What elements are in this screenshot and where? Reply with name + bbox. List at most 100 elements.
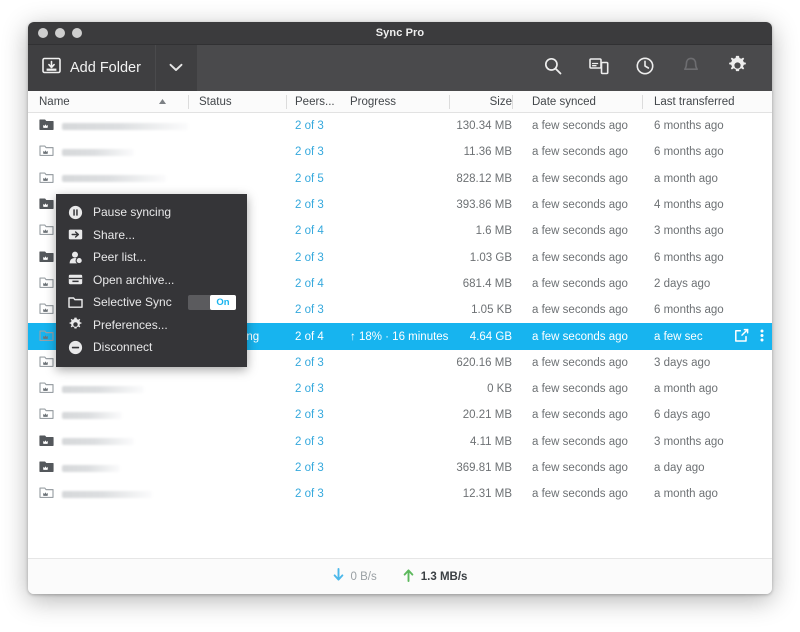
menu-item-label: Selective Sync: [93, 295, 172, 310]
row-peers-cell[interactable]: 2 of 3: [286, 455, 341, 481]
row-date-synced-cell: a few seconds ago: [532, 356, 628, 369]
menu-item-share[interactable]: Share...: [56, 224, 247, 247]
row-progress-cell: ↑ 18% · 16 minutes: [350, 330, 449, 343]
menu-item-preferences[interactable]: Preferences...: [56, 314, 247, 337]
add-folder-dropdown-button[interactable]: [154, 45, 197, 91]
menu-item-label: Open archive...: [93, 272, 175, 287]
download-speed-value: 0 B/s: [350, 570, 377, 583]
title-bar: Sync Pro: [28, 22, 772, 45]
history-button[interactable]: [622, 45, 668, 91]
menu-item-disconnect[interactable]: Disconnect: [56, 336, 247, 359]
row-peers-cell[interactable]: 2 of 3: [286, 429, 341, 455]
table-row[interactable]: 2 of 3 130.34 MB a few seconds ago 6 months…: [28, 113, 772, 139]
row-peers-cell[interactable]: 2 of 3: [286, 481, 341, 507]
row-peers-cell[interactable]: 2 of 4: [286, 218, 341, 244]
add-folder-label: Add Folder: [70, 60, 141, 76]
table-row[interactable]: 2 of 3 12.31 MB a few seconds ago a month a…: [28, 481, 772, 507]
row-peers-cell[interactable]: 2 of 3: [286, 376, 341, 402]
download-speed: 0 B/s: [333, 568, 377, 585]
row-status-cell: [188, 139, 286, 165]
row-last-transferred-cell: 6 months ago: [654, 251, 724, 264]
devices-button[interactable]: [576, 45, 622, 91]
upload-speed-value: 1.3 MB/s: [420, 570, 468, 583]
selective-sync-toggle[interactable]: On: [188, 294, 236, 310]
row-status-cell: [188, 376, 286, 402]
column-header-size[interactable]: Size: [449, 91, 512, 113]
settings-button[interactable]: [714, 45, 760, 91]
row-peers-cell[interactable]: 2 of 4: [286, 323, 341, 349]
table-row[interactable]: 2 of 5 828.12 MB a few seconds ago a month …: [28, 166, 772, 192]
table-row[interactable]: 2 of 3 369.81 MB a few seconds ago a day ag…: [28, 455, 772, 481]
row-peers-cell[interactable]: 2 of 3: [286, 350, 341, 376]
row-peers-cell[interactable]: 2 of 4: [286, 271, 341, 297]
row-name-cell: [28, 429, 188, 455]
column-header-name[interactable]: Name: [28, 91, 158, 113]
row-size-cell: 828.12 MB: [456, 172, 512, 185]
column-header-last-transferred[interactable]: Last transferred: [642, 91, 772, 113]
row-size-cell: 12.31 MB: [462, 488, 512, 501]
row-progress-cell: [341, 481, 449, 507]
folder-name-redacted: [62, 411, 122, 419]
row-size-cell: 681.4 MB: [462, 277, 512, 290]
folder-name-redacted: [62, 175, 166, 183]
notifications-button[interactable]: [668, 45, 714, 91]
arrow-down-icon: [333, 568, 344, 585]
share-row-icon[interactable]: [734, 328, 749, 346]
row-date-synced-cell: a few seconds ago: [532, 277, 628, 290]
status-bar: 0 B/s 1.3 MB/s: [28, 558, 772, 594]
row-last-transferred-cell: 3 months ago: [654, 435, 724, 448]
row-last-transferred-cell: a day ago: [654, 462, 705, 474]
row-date-synced-cell: a few seconds ago: [532, 409, 628, 422]
menu-item-open-archive[interactable]: Open archive...: [56, 269, 247, 292]
column-header-status[interactable]: Status: [188, 91, 286, 113]
row-last-transferred-cell: a month ago: [654, 383, 718, 396]
row-last-transferred-cell: 2 days ago: [654, 277, 711, 290]
row-progress-cell: [341, 455, 449, 481]
row-peers-cell[interactable]: 2 of 3: [286, 297, 341, 323]
row-status-cell: [188, 481, 286, 507]
history-icon: [635, 56, 655, 81]
folder-icon: [39, 118, 54, 134]
row-date-synced-cell: a few seconds ago: [532, 488, 628, 501]
row-size-cell: 11.36 MB: [463, 146, 512, 159]
search-button[interactable]: [530, 45, 576, 91]
folder-icon: [39, 460, 54, 476]
table-row[interactable]: 2 of 3 0 KB a few seconds ago a month ago: [28, 376, 772, 402]
folder-icon: [39, 302, 54, 318]
row-progress-cell: [341, 166, 449, 192]
folder-icon: [39, 276, 54, 292]
row-peers-cell[interactable]: 2 of 5: [286, 166, 341, 192]
folder-icon: [39, 171, 54, 187]
column-header-peers[interactable]: Peers...: [286, 91, 341, 113]
more-options-icon[interactable]: [760, 328, 764, 346]
add-folder-button[interactable]: Add Folder: [28, 45, 155, 91]
table-row[interactable]: 2 of 3 4.11 MB a few seconds ago 3 months a…: [28, 429, 772, 455]
folder-icon: [39, 407, 54, 423]
row-peers-cell[interactable]: 2 of 3: [286, 192, 341, 218]
folder-icon: [39, 329, 54, 345]
context-menu[interactable]: Pause syncing Share... Peer list... Open ar…: [56, 194, 247, 367]
row-name-cell: [28, 402, 188, 428]
row-peers-cell[interactable]: 2 of 3: [286, 113, 341, 139]
row-last-transferred-cell: 3 months ago: [654, 225, 724, 238]
row-peers-cell[interactable]: 2 of 3: [286, 402, 341, 428]
column-header-progress[interactable]: Progress: [341, 91, 449, 113]
menu-item-peer-list[interactable]: Peer list...: [56, 246, 247, 269]
column-header-date-synced[interactable]: Date synced: [512, 91, 642, 113]
menu-item-pause-syncing[interactable]: Pause syncing: [56, 201, 247, 224]
table-row[interactable]: 2 of 3 11.36 MB a few seconds ago 6 months …: [28, 139, 772, 165]
folder-name-redacted: [62, 122, 188, 130]
folder-icon: [68, 295, 83, 310]
upload-speed: 1.3 MB/s: [403, 568, 468, 585]
minus-circle-icon: [68, 340, 83, 355]
row-size-cell: 393.86 MB: [456, 199, 512, 212]
menu-item-selective-sync[interactable]: Selective Sync On: [56, 291, 247, 314]
row-peers-cell[interactable]: 2 of 3: [286, 244, 341, 270]
gear-icon: [727, 55, 748, 81]
row-date-synced-cell: a few seconds ago: [532, 330, 628, 343]
search-icon: [543, 56, 563, 81]
table-row[interactable]: 2 of 3 20.21 MB a few seconds ago 6 days ag…: [28, 402, 772, 428]
row-name-cell: [28, 481, 188, 507]
folder-icon: [39, 223, 54, 239]
row-peers-cell[interactable]: 2 of 3: [286, 139, 341, 165]
